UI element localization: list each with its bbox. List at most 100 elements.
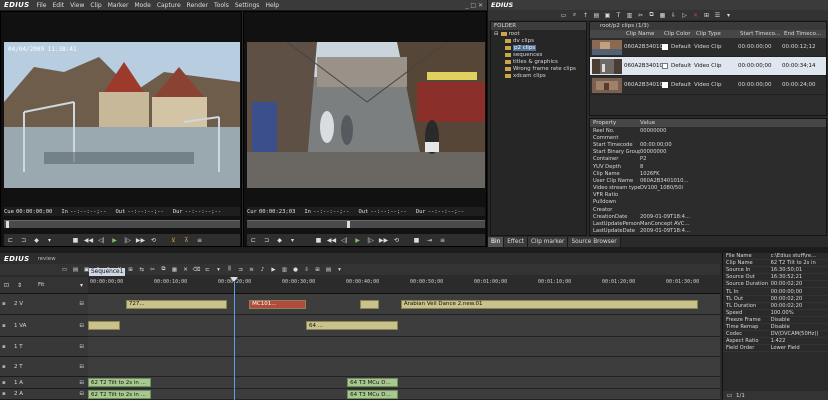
track-mute-icon[interactable]: ▪ xyxy=(2,391,10,397)
recorder-video[interactable] xyxy=(247,42,485,188)
paste-icon[interactable]: ▦ xyxy=(658,11,667,20)
zoom-fit-label[interactable]: Fit xyxy=(38,282,44,288)
track-mute-icon[interactable]: ▪ xyxy=(2,323,10,329)
color-bars-icon[interactable]: ▥ xyxy=(625,11,634,20)
timeline-clip[interactable] xyxy=(88,321,120,330)
folder-icon[interactable]: ▭ xyxy=(559,11,568,20)
menu-render[interactable]: Render xyxy=(184,2,211,9)
tree-item-xdcam-clips[interactable]: xdcam clips xyxy=(491,72,586,79)
property-row[interactable]: LastUpdateDate 2009-01-09T18:4... xyxy=(590,228,826,235)
sync-lock-icon[interactable]: ⊞ xyxy=(126,265,135,274)
delete-icon[interactable]: ✕ xyxy=(181,265,190,274)
sequence-tab[interactable]: Sequence1 xyxy=(89,268,125,276)
stop-icon[interactable]: ■ xyxy=(70,236,81,245)
clip-row[interactable]: 060A2B34010... Default Video Clip 00:00:… xyxy=(590,76,826,95)
copy-icon[interactable]: ⧉ xyxy=(159,265,168,274)
player-scrub-handle[interactable] xyxy=(6,221,9,228)
zoom-dropdown-icon[interactable]: ▾ xyxy=(76,281,87,290)
render-icon[interactable]: ▶ xyxy=(269,265,278,274)
property-row[interactable]: LastUpdatePerson ManConcept AVC... xyxy=(590,220,826,227)
menu-capture[interactable]: Capture xyxy=(154,2,184,9)
track-visibility-icon[interactable]: ⊟ xyxy=(79,364,84,370)
window-controls-icon[interactable]: _ □ ✕ xyxy=(465,2,487,9)
track-visibility-icon[interactable]: ⊟ xyxy=(79,391,84,397)
export-icon[interactable]: ⇩ xyxy=(302,265,311,274)
property-row[interactable]: Video stream type DV100_1080/50i xyxy=(590,185,826,192)
audio-icon[interactable]: ♪ xyxy=(258,265,267,274)
options-icon[interactable]: ▾ xyxy=(335,265,344,274)
step-forward-icon[interactable]: |▷ xyxy=(122,236,133,245)
track-header[interactable]: ▪ 2 V ⊟ xyxy=(0,294,88,315)
tree-item-sequences[interactable]: sequences xyxy=(491,51,586,58)
timeline-clip[interactable]: 727... xyxy=(125,299,228,309)
menu-icon[interactable]: ≡ xyxy=(194,236,205,245)
player-video[interactable]: 04/04/2009 11:38:41 xyxy=(4,42,240,188)
new-sequence-icon[interactable]: ▭ xyxy=(60,265,69,274)
property-row[interactable]: CreationDate 2009-01-09T18:4... xyxy=(590,213,826,220)
property-row[interactable]: Comment xyxy=(590,134,826,141)
property-row[interactable]: Shooter xyxy=(590,235,826,236)
settings-icon[interactable]: ▾ xyxy=(724,11,733,20)
tree-item-wrong-frame-rate[interactable]: Wrong frame rate clips xyxy=(491,65,586,72)
timeline-clip[interactable]: 64 T3 MCu D... xyxy=(347,390,398,399)
track-header[interactable]: ▪ 2 A ⊟ xyxy=(0,389,88,400)
timeline-clip[interactable]: 64 ... xyxy=(306,321,398,330)
add-marker-icon[interactable]: ▾ xyxy=(214,265,223,274)
track-header[interactable]: ▪ 1 VA ⊟ xyxy=(0,315,88,337)
ripple-icon[interactable]: ⇆ xyxy=(137,265,146,274)
export-icon[interactable]: ■ xyxy=(411,236,422,245)
track-area[interactable]: 64 ... xyxy=(88,315,720,337)
track-area[interactable]: 62 T2 Tilt to 2s in ... 64 T3 MCu D... xyxy=(88,389,720,400)
insert-icon[interactable]: ⊻ xyxy=(168,236,179,245)
timeline-clip[interactable] xyxy=(359,299,379,309)
overwrite-icon[interactable]: ⊼ xyxy=(181,236,192,245)
col-end-timecode[interactable]: End Timeco... xyxy=(784,31,826,37)
menu-tools[interactable]: Tools xyxy=(211,2,232,9)
timeline-clip[interactable]: Arabian Veil Dance 2.new.01 xyxy=(400,299,698,309)
page-icon[interactable]: ▭ xyxy=(724,391,735,400)
title-icon[interactable]: T xyxy=(614,11,623,20)
property-row[interactable]: Clip Name 1026FK xyxy=(590,170,826,177)
property-row[interactable]: YUV Depth 8 xyxy=(590,163,826,170)
track-header[interactable]: ▪ 1 T ⊟ xyxy=(0,337,88,357)
timeline-clip[interactable]: 62 T2 Tilt to 2s in ... xyxy=(88,390,152,399)
clip-row[interactable]: 060A2B34010... Default Video Clip 00:00:… xyxy=(590,57,826,76)
track-mute-icon[interactable]: ▪ xyxy=(2,344,10,350)
track-visibility-icon[interactable]: ⊟ xyxy=(79,344,84,350)
snap-icon[interactable]: ⊏ xyxy=(203,265,212,274)
recorder-scrub-handle[interactable] xyxy=(347,221,350,228)
menu-marker[interactable]: Marker xyxy=(105,2,132,9)
menu-view[interactable]: View xyxy=(67,2,87,9)
save-icon[interactable]: ▣ xyxy=(603,11,612,20)
recorder-scrub-bar[interactable] xyxy=(247,220,485,228)
step-back-icon[interactable]: ◁| xyxy=(96,236,107,245)
track-area[interactable] xyxy=(88,357,720,377)
player-scrub-bar[interactable] xyxy=(4,220,240,228)
timeline-clip[interactable]: 62 T2 Tilt to 2s in ... xyxy=(88,378,152,387)
track-visibility-icon[interactable]: ⊟ xyxy=(79,380,84,386)
track-header[interactable]: ▪ 2 T ⊟ xyxy=(0,357,88,377)
fast-forward-icon[interactable]: ▶▶ xyxy=(135,236,146,245)
col-value[interactable]: Value xyxy=(640,120,655,126)
tree-item-titles-graphics[interactable]: titles & graphics xyxy=(491,58,586,65)
menu-icon[interactable]: ≡ xyxy=(437,236,448,245)
loop-icon[interactable]: ⟲ xyxy=(148,236,159,245)
timeline-clip[interactable]: 64 T3 MCu D... xyxy=(347,378,398,387)
play-icon[interactable]: ▶ xyxy=(352,236,363,245)
rewind-icon[interactable]: ◀◀ xyxy=(83,236,94,245)
property-row[interactable]: User Clip Name 060A2B3401010... xyxy=(590,177,826,184)
view-icon[interactable]: ☰ xyxy=(713,11,722,20)
menu-clip[interactable]: Clip xyxy=(87,2,104,9)
shuttle-icon[interactable]: ◆ xyxy=(31,236,42,245)
shuttle-icon[interactable]: ◆ xyxy=(274,236,285,245)
copy-icon[interactable]: ⧉ xyxy=(647,11,656,20)
track-height-icon[interactable]: ⇕ xyxy=(14,281,25,290)
loop-icon[interactable]: ⟲ xyxy=(391,236,402,245)
track-mute-icon[interactable]: ▪ xyxy=(2,301,10,307)
cut-icon[interactable]: ✂ xyxy=(148,265,157,274)
track-area[interactable]: 727... MC101... Arabian Veil Dance 2.new.0… xyxy=(88,294,720,315)
tab-source-browser[interactable]: Source Browser xyxy=(568,237,621,247)
fast-forward-icon[interactable]: ▶▶ xyxy=(378,236,389,245)
tree-item-root[interactable]: ⊟ root xyxy=(491,30,586,37)
search-icon[interactable]: ⌕ xyxy=(570,11,579,20)
